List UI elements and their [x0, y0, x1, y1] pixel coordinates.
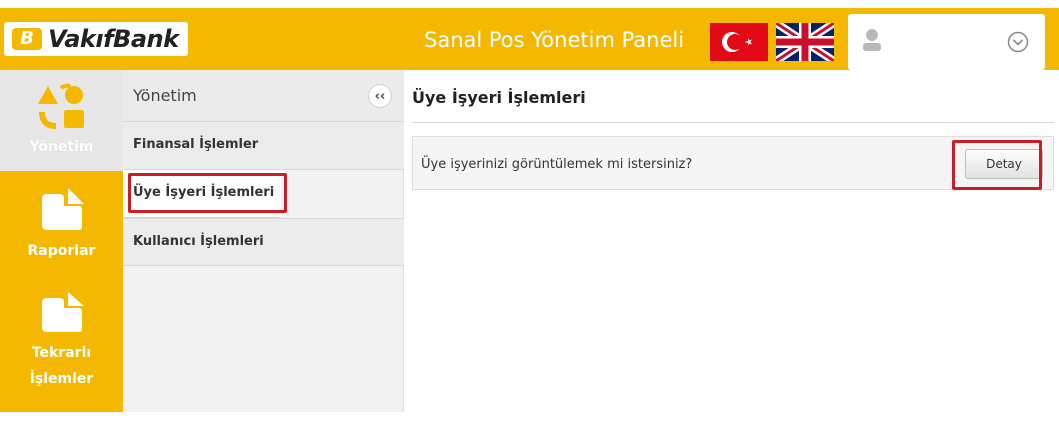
collapse-button[interactable]: ‹‹ — [368, 84, 392, 108]
vakifbank-logo[interactable]: B VakıfBank — [4, 22, 188, 56]
page-title: Üye İşyeri İşlemleri — [412, 88, 586, 107]
uk-flag-icon[interactable] — [776, 23, 834, 61]
logo-text: VakıfBank — [48, 25, 179, 53]
side-nav: Yönetim Raporlar Tekrarlı İşlemler — [0, 70, 123, 412]
sub-item-kullanici-islemleri[interactable]: Kullanıcı İşlemleri — [123, 218, 404, 266]
nav-label-line2: İşlemler — [29, 371, 94, 387]
sub-item-label: Üye İşyeri İşlemleri — [133, 185, 275, 200]
nav-item-yonetim[interactable]: Yönetim — [0, 70, 123, 171]
sub-item-label: Finansal İşlemler — [133, 137, 259, 152]
merchant-question: Üye işyerinizi görüntülemek mi istersini… — [421, 157, 693, 172]
nav-label-line1: Tekrarlı — [31, 345, 92, 361]
title-divider — [412, 122, 1054, 123]
user-icon — [862, 28, 882, 52]
sub-item-uye-isyeri-islemleri[interactable]: Üye İşyeri İşlemleri — [123, 170, 281, 218]
nav-item-raporlar[interactable]: Raporlar — [0, 174, 123, 274]
sub-item-label: Kullanıcı İşlemleri — [133, 234, 264, 249]
nav-item-tekrarli-islemler[interactable]: Tekrarlı İşlemler — [0, 276, 123, 406]
nav-label: Yönetim — [29, 139, 94, 155]
sub-menu: Yönetim ‹‹ Finansal İşlemler Üye İşyeri … — [123, 70, 404, 412]
turkish-flag-icon[interactable] — [710, 23, 768, 61]
sub-menu-title: Yönetim — [133, 86, 197, 105]
management-icon — [34, 78, 90, 134]
sub-item-finansal-islemler[interactable]: Finansal İşlemler — [123, 122, 404, 170]
top-header: B VakıfBank Sanal Pos Yönetim Paneli — [0, 8, 1059, 70]
main-content: Üye İşyeri İşlemleri Üye işyerinizi görü… — [404, 70, 1059, 412]
user-menu[interactable] — [848, 14, 1045, 70]
chevron-down-circle-icon[interactable] — [1007, 31, 1029, 53]
merchant-info-row: Üye işyerinizi görüntülemek mi istersini… — [412, 136, 1054, 190]
logo-mark-icon: B — [12, 28, 42, 50]
sub-menu-header: Yönetim ‹‹ — [123, 70, 404, 122]
panel-title: Sanal Pos Yönetim Paneli — [424, 28, 685, 52]
reports-icon — [34, 182, 90, 238]
nav-label: Raporlar — [27, 243, 96, 259]
recurring-icon — [34, 284, 90, 340]
detail-button[interactable]: Detay — [965, 149, 1043, 179]
